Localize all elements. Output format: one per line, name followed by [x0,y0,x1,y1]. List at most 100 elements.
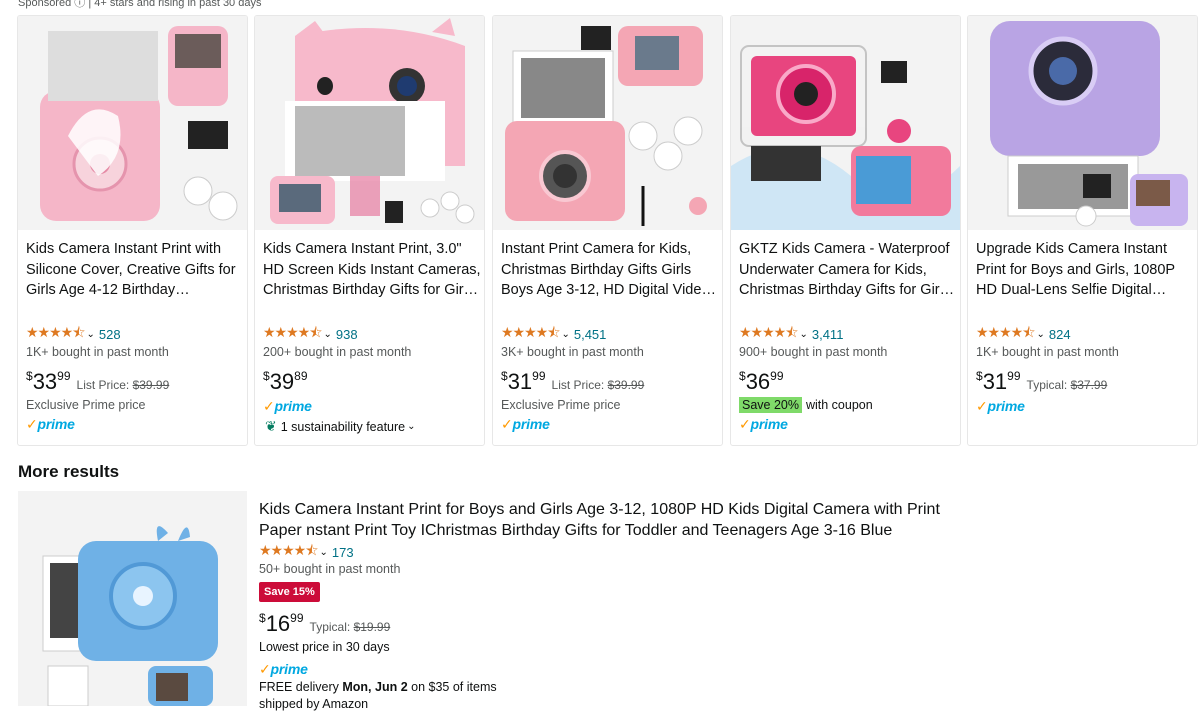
more-results-heading: More results [18,462,120,481]
price[interactable]: $ 36 99 [739,369,784,395]
chevron-down-icon[interactable]: ⌄ [407,421,415,432]
bought-count: 900+ bought in past month [739,345,888,359]
prime-check-icon: ✓ [976,398,988,414]
product-title[interactable]: Kids Camera Instant Print for Boys and G… [259,499,959,541]
lowest-price-note: Lowest price in 30 days [259,640,390,654]
leaf-icon: ❦ [265,418,277,434]
prime-check-icon: ✓ [26,416,38,432]
prime-badge: ✓prime [26,416,75,433]
currency-symbol: $ [259,611,266,625]
price[interactable]: $ 33 99 List Price: $39.99 [26,369,169,395]
product-card-3[interactable]: Instant Print Camera for Kids, Christmas… [492,15,723,446]
prime-label: prime [987,398,1025,414]
product-image[interactable] [18,16,247,230]
product-title[interactable]: Upgrade Kids Camera Instant Print for Bo… [976,239,1194,301]
chevron-down-icon[interactable]: ⌄ [799,329,807,340]
waterproof-camera-image [731,16,960,230]
list-price: List Price: $39.99 [552,378,645,392]
price-fraction: 99 [57,369,71,383]
shipped-by: shipped by Amazon [259,697,369,711]
prime-price-note: Exclusive Prime price [501,398,621,412]
chevron-down-icon[interactable]: ⌄ [323,329,331,340]
list-price: List Price: $39.99 [77,378,170,392]
product-image[interactable] [968,16,1197,230]
pink-unicorn-camera-image [18,16,247,230]
product-title[interactable]: Kids Camera Instant Print, 3.0" HD Scree… [263,239,481,301]
star-rating-icon: ★★★★⯪ [263,324,322,340]
prime-label: prime [750,416,788,432]
rating-count-link[interactable]: 3,411 [812,327,844,342]
chevron-down-icon[interactable]: ⌄ [1036,329,1044,340]
prime-badge: ✓prime [976,398,1025,415]
price[interactable]: $ 31 99 Typical: $37.99 [976,369,1107,395]
prime-check-icon: ✓ [259,661,271,677]
prime-badge: ✓prime [739,416,788,433]
list-price-label: Typical: [1026,378,1068,392]
currency-symbol: $ [263,369,270,383]
search-result-item[interactable]: Kids Camera Instant Print for Boys and G… [18,491,1198,711]
rating-count-link[interactable]: 824 [1049,327,1071,342]
price-fraction: 99 [290,611,304,625]
price[interactable]: $ 39 89 [263,369,308,395]
product-image[interactable] [731,16,960,230]
product-image[interactable] [255,16,484,230]
product-title[interactable]: GKTZ Kids Camera - Waterproof Underwater… [739,239,957,301]
price-fraction: 99 [770,369,784,383]
chevron-down-icon[interactable]: ⌄ [86,329,94,340]
purple-camera-image [968,16,1197,230]
currency-symbol: $ [739,369,746,383]
rating-count-link[interactable]: 173 [332,545,354,560]
chevron-down-icon[interactable]: ⌄ [561,329,569,340]
rating[interactable]: ★★★★⯪ ⌄ 5,451 [501,324,607,343]
bought-count: 3K+ bought in past month [501,345,644,359]
list-price-value: $19.99 [353,620,391,634]
product-card-1[interactable]: Kids Camera Instant Print with Silicone … [17,15,248,446]
coupon-badge[interactable]: Save 20% [739,397,802,413]
rating-count-link[interactable]: 528 [99,327,121,342]
price-whole: 31 [982,369,1008,394]
prime-check-icon: ✓ [263,398,275,414]
price-fraction: 99 [1007,369,1021,383]
bought-count: 50+ bought in past month [259,562,401,576]
pink-cat-camera-image [255,16,484,230]
chevron-down-icon[interactable]: ⌄ [319,547,327,558]
product-title[interactable]: Instant Print Camera for Kids, Christmas… [501,239,719,301]
price[interactable]: $ 31 99 List Price: $39.99 [501,369,644,395]
price[interactable]: $ 16 99 Typical: $19.99 [259,611,390,637]
rating[interactable]: ★★★★⯪ ⌄ 173 [259,542,354,561]
prime-badge: ✓prime [263,398,312,415]
delivery-date: Mon, Jun 2 [342,680,408,694]
product-card-5[interactable]: Upgrade Kids Camera Instant Print for Bo… [967,15,1198,446]
product-title[interactable]: Kids Camera Instant Print with Silicone … [26,239,244,301]
currency-symbol: $ [976,369,983,383]
price-fraction: 99 [532,369,546,383]
price-whole: 31 [507,369,533,394]
bought-count: 1K+ bought in past month [26,345,169,359]
delivery-prefix: FREE delivery [259,680,339,694]
price-whole: 36 [745,369,771,394]
prime-badge: ✓prime [501,416,550,433]
rating[interactable]: ★★★★⯪ ⌄ 528 [26,324,121,343]
rating[interactable]: ★★★★⯪ ⌄ 3,411 [739,324,844,343]
product-card-2[interactable]: Kids Camera Instant Print, 3.0" HD Scree… [254,15,485,446]
list-price-label: List Price: [551,378,605,392]
price-fraction: 89 [294,369,308,383]
coupon[interactable]: Save 20% with coupon [739,397,873,413]
prime-check-icon: ✓ [739,416,751,432]
product-image[interactable] [493,16,722,230]
sustainability-feature[interactable]: ❦ 1 sustainability feature ⌄ [265,418,420,435]
blue-bunny-camera-image [18,491,247,706]
coupon-text: with coupon [805,398,873,412]
rating[interactable]: ★★★★⯪ ⌄ 938 [263,324,358,343]
currency-symbol: $ [26,369,33,383]
prime-price-note: Exclusive Prime price [26,398,146,412]
rating-count-link[interactable]: 5,451 [574,327,607,342]
rating[interactable]: ★★★★⯪ ⌄ 824 [976,324,1071,343]
product-image[interactable] [18,491,247,706]
prime-label: prime [512,416,550,432]
rating-count-link[interactable]: 938 [336,327,358,342]
list-price-value: $39.99 [132,378,170,392]
prime-label: prime [270,661,308,677]
product-card-4[interactable]: GKTZ Kids Camera - Waterproof Underwater… [730,15,961,446]
prime-label: prime [37,416,75,432]
